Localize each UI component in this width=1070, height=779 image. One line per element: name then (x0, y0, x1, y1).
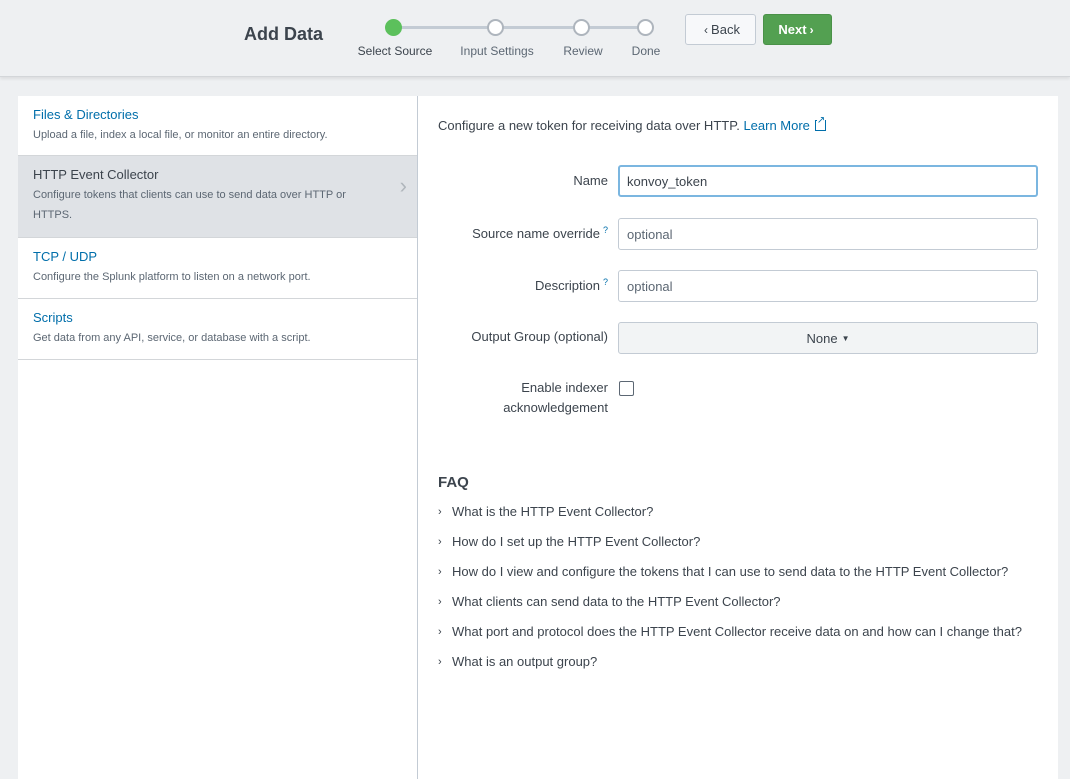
faq-list: › What is the HTTP Event Collector? › How … (438, 502, 1038, 682)
faq-item[interactable]: › How do I view and configure the tokens … (438, 562, 1038, 582)
main-panel: Files & Directories Upload a file, index… (18, 96, 1058, 779)
help-icon[interactable]: ? (603, 277, 608, 287)
chevron-right-icon: › (809, 22, 814, 37)
source-description: Configure tokens that clients can use to… (33, 189, 346, 221)
name-input[interactable] (618, 165, 1038, 197)
chevron-right-icon: › (438, 506, 442, 518)
step-label-select-source: Select Source (357, 44, 433, 58)
faq-question: What is the HTTP Event Collector? (452, 504, 654, 519)
indexer-acknowledgement-label: Enable indexer acknowledgement (503, 380, 608, 415)
source-name-override-label: Source name override? (472, 225, 608, 241)
chevron-right-icon: › (399, 173, 407, 198)
chevron-right-icon: › (438, 596, 442, 608)
source-title: TCP / UDP (33, 249, 98, 264)
source-description: Get data from any API, service, or datab… (33, 332, 311, 344)
step-indicator: Select Source Input Settings Review Done (0, 0, 1070, 76)
source-item-files-directories[interactable]: Files & Directories Upload a file, index… (18, 96, 417, 156)
intro-text: Configure a new token for receiving data… (438, 116, 826, 133)
name-label: Name (573, 173, 608, 188)
next-button-label: Next (778, 22, 807, 37)
learn-more-link[interactable]: Learn More (743, 116, 826, 133)
output-group-dropdown[interactable]: None ▼ (618, 322, 1038, 354)
source-description: Upload a file, index a local file, or mo… (33, 129, 328, 141)
chevron-right-icon: › (438, 656, 442, 668)
step-label-done: Done (631, 44, 661, 58)
learn-more-label: Learn More (743, 118, 810, 133)
back-button[interactable]: ‹ Back (685, 14, 756, 45)
help-icon[interactable]: ? (603, 225, 608, 235)
chevron-left-icon: ‹ (704, 22, 709, 37)
faq-question: How do I set up the HTTP Event Collector… (452, 534, 701, 549)
step-dot-input-settings (487, 19, 504, 36)
step-dot-review (573, 19, 590, 36)
faq-question: What is an output group? (452, 654, 598, 669)
header-bar: Add Data Select Source Input Settings Re… (0, 0, 1070, 77)
faq-item[interactable]: › What is the HTTP Event Collector? (438, 502, 1038, 522)
next-button[interactable]: Next › (763, 14, 832, 45)
faq-item[interactable]: › What port and protocol does the HTTP Ev… (438, 622, 1038, 642)
source-item-scripts[interactable]: Scripts Get data from any API, service, … (18, 299, 417, 360)
description-input[interactable] (618, 270, 1038, 302)
faq-question: What port and protocol does the HTTP Eve… (452, 624, 1022, 639)
source-title: Scripts (33, 310, 73, 325)
source-title: HTTP Event Collector (33, 167, 159, 182)
faq-item[interactable]: › What is an output group? (438, 652, 1038, 672)
step-label-input-settings: Input Settings (460, 44, 534, 58)
description-label: Description? (535, 277, 608, 293)
chevron-right-icon: › (438, 536, 442, 548)
indexer-acknowledgement-checkbox[interactable] (619, 381, 634, 396)
source-item-http-event-collector[interactable]: HTTP Event Collector Configure tokens th… (18, 156, 417, 238)
intro-sentence: Configure a new token for receiving data… (438, 118, 740, 133)
faq-question: How do I view and configure the tokens t… (452, 564, 1009, 579)
output-group-label: Output Group (optional) (471, 329, 608, 344)
faq-item[interactable]: › How do I set up the HTTP Event Collecto… (438, 532, 1038, 552)
caret-down-icon: ▼ (841, 333, 850, 343)
source-name-override-input[interactable] (618, 218, 1038, 250)
source-item-tcp-udp[interactable]: TCP / UDP Configure the Splunk platform … (18, 238, 417, 299)
step-label-review: Review (563, 44, 603, 58)
source-list: Files & Directories Upload a file, index… (18, 96, 418, 779)
chevron-right-icon: › (438, 566, 442, 578)
faq-question: What clients can send data to the HTTP E… (452, 594, 781, 609)
step-connector (394, 26, 496, 29)
step-dot-done (637, 19, 654, 36)
source-title: Files & Directories (33, 107, 139, 122)
faq-title: FAQ (438, 474, 469, 491)
chevron-right-icon: › (438, 626, 442, 638)
description-text: Description (534, 278, 600, 293)
output-group-value: None (806, 330, 838, 346)
external-link-icon (814, 116, 826, 131)
settings-form: Configure a new token for receiving data… (438, 96, 1058, 779)
source-description: Configure the Splunk platform to listen … (33, 271, 311, 283)
source-name-override-text: Source name override (472, 226, 600, 241)
step-dot-select-source (385, 19, 402, 36)
back-button-label: Back (711, 22, 740, 37)
faq-item[interactable]: › What clients can send data to the HTTP … (438, 592, 1038, 612)
step-connector (496, 26, 582, 29)
